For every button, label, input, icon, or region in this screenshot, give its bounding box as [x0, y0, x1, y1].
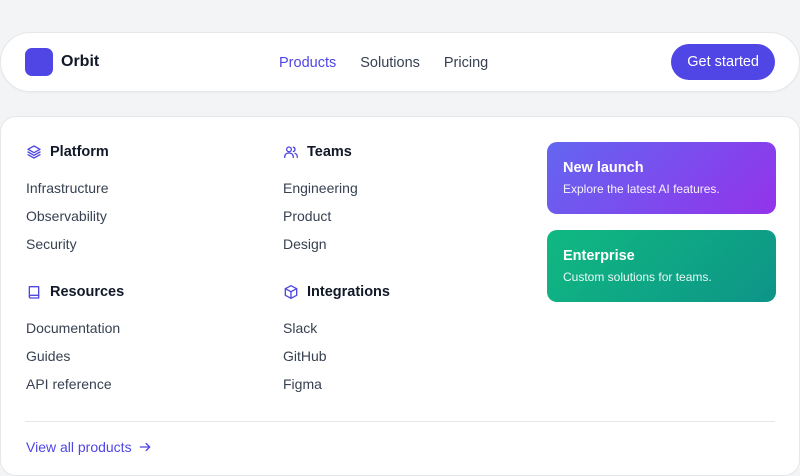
arrow-right-icon — [139, 442, 150, 452]
top-navbar: Orbit Products Solutions Pricing Get sta… — [0, 32, 800, 92]
orbit-logo-icon — [25, 48, 53, 76]
section-title: Resources — [50, 284, 125, 300]
menu-section-teams: Teams Engineering Product Design — [283, 142, 358, 262]
card-title: Enterprise — [563, 248, 635, 264]
nav-link-solutions[interactable]: Solutions — [360, 55, 420, 71]
section-links: Engineering Product Design — [283, 178, 358, 262]
users-icon — [284, 146, 298, 158]
menu-link-product[interactable]: Product — [283, 206, 358, 234]
section-links: Slack GitHub Figma — [283, 318, 390, 402]
menu-link-design[interactable]: Design — [283, 234, 358, 262]
section-links: Infrastructure Observability Security — [26, 178, 109, 262]
products-mega-menu: Platform Infrastructure Observability Se… — [0, 116, 800, 476]
get-started-button[interactable]: Get started — [671, 44, 775, 80]
section-header: Teams — [283, 142, 358, 162]
section-header: Platform — [26, 142, 109, 162]
enterprise-card[interactable]: Enterprise Custom solutions for teams. — [547, 230, 776, 302]
menu-link-api-reference[interactable]: API reference — [26, 374, 124, 402]
section-header: Integrations — [283, 282, 390, 302]
card-title: New launch — [563, 160, 644, 176]
cube-icon — [284, 285, 298, 299]
section-title: Teams — [307, 144, 352, 160]
menu-link-guides[interactable]: Guides — [26, 346, 124, 374]
menu-link-security[interactable]: Security — [26, 234, 109, 262]
brand[interactable]: Orbit — [25, 48, 99, 76]
menu-link-figma[interactable]: Figma — [283, 374, 390, 402]
menu-section-platform: Platform Infrastructure Observability Se… — [26, 142, 109, 262]
nav-link-pricing[interactable]: Pricing — [444, 55, 488, 71]
section-links: Documentation Guides API reference — [26, 318, 124, 402]
new-launch-card[interactable]: New launch Explore the latest AI feature… — [547, 142, 776, 214]
brand-name: Orbit — [61, 53, 100, 70]
menu-link-slack[interactable]: Slack — [283, 318, 390, 346]
menu-section-resources: Resources Documentation Guides API refer… — [26, 282, 124, 402]
layers-icon — [27, 145, 41, 159]
menu-link-engineering[interactable]: Engineering — [283, 178, 358, 206]
menu-link-github[interactable]: GitHub — [283, 346, 390, 374]
section-header: Resources — [26, 282, 124, 302]
menu-link-infrastructure[interactable]: Infrastructure — [26, 178, 109, 206]
card-description: Explore the latest AI features. — [563, 182, 720, 196]
card-description: Custom solutions for teams. — [563, 270, 712, 284]
section-title: Integrations — [307, 284, 390, 300]
nav-link-products[interactable]: Products — [279, 55, 336, 71]
menu-divider — [25, 421, 775, 422]
main-nav: Products Solutions Pricing — [279, 33, 512, 93]
book-icon — [28, 286, 40, 299]
menu-link-observability[interactable]: Observability — [26, 206, 109, 234]
menu-link-documentation[interactable]: Documentation — [26, 318, 124, 346]
section-title: Platform — [50, 144, 109, 160]
view-all-label: View all products — [26, 439, 132, 455]
menu-section-integrations: Integrations Slack GitHub Figma — [283, 282, 390, 402]
view-all-products-link[interactable]: View all products — [26, 439, 152, 455]
